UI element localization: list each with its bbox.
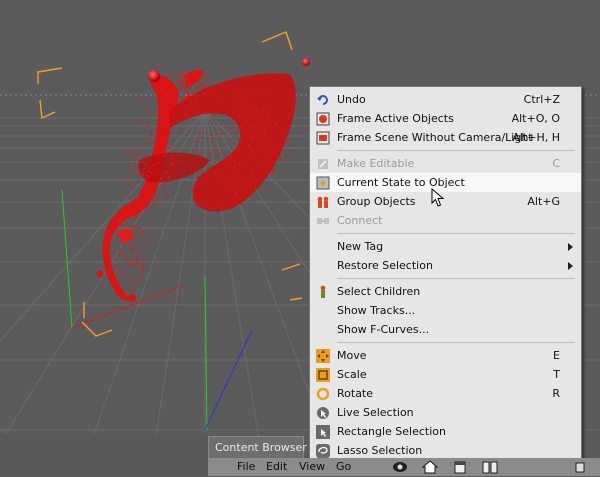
scale-icon (316, 368, 330, 382)
menu-item-new-tag[interactable]: New Tag (310, 237, 581, 256)
menu-item-make-editable[interactable]: Make Editable C (310, 154, 581, 173)
menu-item-shortcut: C (552, 157, 560, 170)
menu-item-shortcut: Alt+O, O (511, 112, 560, 125)
menu-item-shortcut: Alt+H, H (512, 131, 560, 144)
submenu-arrow-icon (568, 262, 573, 270)
eye-icon[interactable] (392, 460, 408, 474)
menu-item-show-tracks[interactable]: Show Tracks... (310, 301, 581, 320)
menu-item-rotate[interactable]: Rotate R (310, 384, 581, 403)
menu-item-label: Group Objects (337, 195, 416, 208)
menu-item-shortcut: R (552, 387, 560, 400)
more-icon[interactable] (572, 460, 588, 474)
lasso-selection-icon (316, 444, 330, 458)
make-editable-icon (316, 157, 330, 171)
menu-view[interactable]: View (299, 458, 325, 476)
group-objects-icon (316, 195, 330, 209)
mouse-cursor-icon (431, 187, 445, 208)
left-panel-strip (0, 434, 208, 476)
menu-item-label: Move (337, 349, 367, 362)
menu-item-show-f-curves[interactable]: Show F-Curves... (310, 320, 581, 339)
menu-item-restore-selection[interactable]: Restore Selection (310, 256, 581, 275)
menu-item-label: Restore Selection (337, 259, 433, 272)
preset-icon[interactable] (452, 460, 468, 474)
menu-item-move[interactable]: Move E (310, 346, 581, 365)
menu-item-label: Scale (337, 368, 367, 381)
menu-separator (337, 150, 575, 151)
menu-item-frame-active-objects[interactable]: Frame Active Objects Alt+O, O (310, 109, 581, 128)
book-icon[interactable] (482, 460, 498, 474)
menu-item-group-objects[interactable]: Group Objects Alt+G (310, 192, 581, 211)
content-browser-bar: File Edit View Go (208, 458, 600, 476)
menu-item-rectangle-selection[interactable]: Rectangle Selection (310, 422, 581, 441)
frame-active-icon (316, 112, 330, 126)
content-browser-tab[interactable]: Content Browser (208, 436, 307, 458)
menu-item-current-state-to-object[interactable]: Current State to Object (310, 173, 581, 192)
menu-item-shortcut: E (553, 349, 560, 362)
frame-scene-icon (316, 131, 330, 145)
menu-item-select-children[interactable]: Select Children (310, 282, 581, 301)
menu-separator (337, 342, 575, 343)
home-icon[interactable] (421, 460, 439, 474)
menu-item-label: Rotate (337, 387, 374, 400)
select-children-icon (316, 285, 330, 299)
menu-item-frame-scene[interactable]: Frame Scene Without Camera/Light Alt+H, … (310, 128, 581, 147)
undo-icon (316, 93, 330, 107)
connect-icon (316, 214, 330, 228)
menu-separator (337, 233, 575, 234)
menu-item-label: Current State to Object (337, 176, 465, 189)
menu-item-live-selection[interactable]: Live Selection (310, 403, 581, 422)
menu-item-label: Rectangle Selection (337, 425, 446, 438)
menu-item-scale[interactable]: Scale T (310, 365, 581, 384)
menu-item-label: Make Editable (337, 157, 415, 170)
menu-file[interactable]: File (237, 458, 255, 476)
menu-separator (337, 278, 575, 279)
menu-item-label: Select Children (337, 285, 421, 298)
menu-item-label: New Tag (337, 240, 384, 253)
submenu-arrow-icon (568, 243, 573, 251)
menu-go[interactable]: Go (336, 458, 351, 476)
menu-item-label: Live Selection (337, 406, 414, 419)
current-state-icon (316, 176, 330, 190)
menu-item-shortcut: Ctrl+Z (523, 93, 560, 106)
menu-item-label: Show F-Curves... (337, 323, 430, 336)
rotate-icon (316, 387, 330, 401)
menu-item-shortcut: Alt+G (527, 195, 560, 208)
menu-item-label: Show Tracks... (337, 304, 416, 317)
menu-item-undo[interactable]: Undo Ctrl+Z (310, 90, 581, 109)
menu-item-label: Frame Active Objects (337, 112, 454, 125)
menu-item-label: Frame Scene Without Camera/Light (337, 131, 533, 144)
move-icon (316, 349, 330, 363)
rectangle-selection-icon (316, 425, 330, 439)
axis-lines (61, 189, 253, 431)
context-menu: Undo Ctrl+Z Frame Active Objects Alt+O, … (309, 86, 582, 464)
menu-item-label: Undo (337, 93, 366, 106)
menu-edit[interactable]: Edit (266, 458, 287, 476)
live-selection-icon (316, 406, 330, 420)
menu-item-shortcut: T (553, 368, 560, 381)
menu-item-connect[interactable]: Connect (310, 211, 581, 230)
menu-item-label: Connect (337, 214, 383, 227)
